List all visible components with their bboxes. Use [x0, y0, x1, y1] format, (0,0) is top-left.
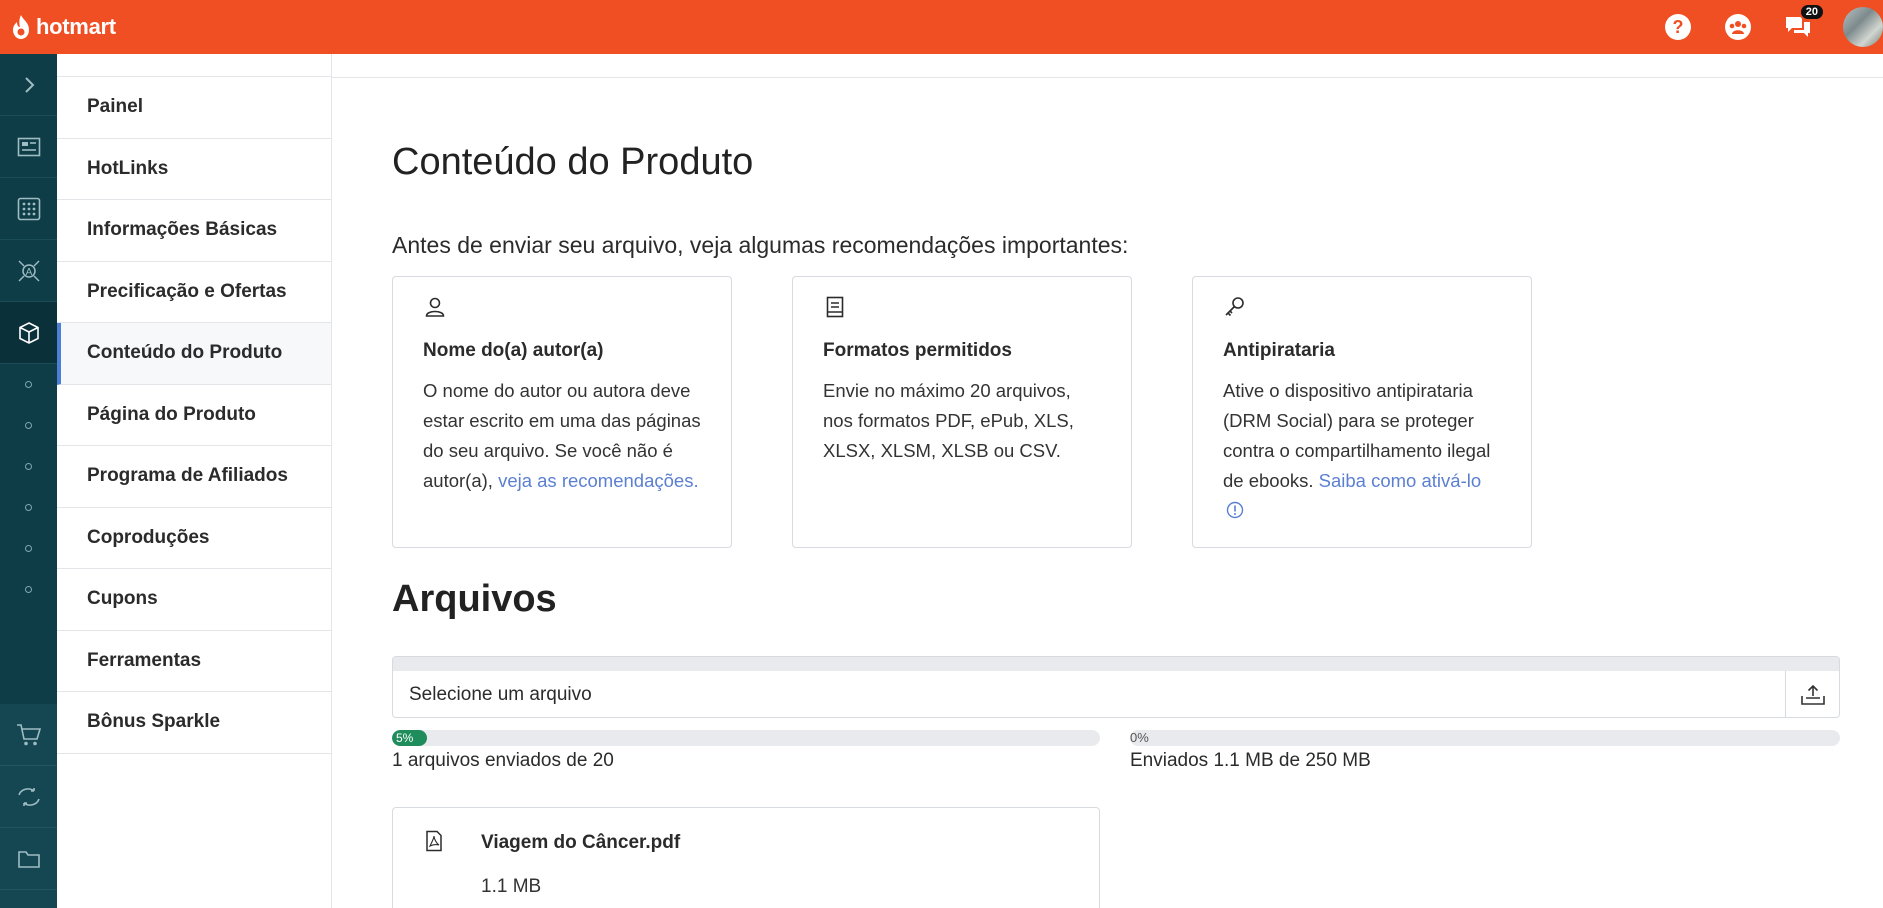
nav-item-precificacao[interactable]: Precificação e Ofertas	[57, 261, 331, 323]
help-button[interactable]: ?	[1663, 12, 1693, 42]
rail-affiliates[interactable]: A	[0, 240, 57, 302]
user-icon	[425, 297, 445, 317]
rail-subitem[interactable]	[0, 569, 57, 610]
affiliate-network-icon: A	[18, 260, 39, 281]
top-bar: hotmart ? 20	[0, 0, 1883, 54]
community-icon	[1725, 14, 1751, 40]
rail-products[interactable]	[0, 302, 57, 364]
divider	[332, 77, 1883, 78]
rail-apps[interactable]	[0, 178, 57, 240]
card-text: O nome do autor ou autora deve estar esc…	[423, 376, 701, 496]
nav-item-cupons[interactable]: Cupons	[57, 569, 331, 631]
progress-label: 1 arquivos enviados de 20	[392, 750, 614, 771]
nav-item-painel[interactable]: Painel	[57, 77, 331, 139]
brand-name: hotmart	[36, 14, 116, 39]
recommendations-link[interactable]: veja as recomendações.	[498, 470, 699, 491]
community-button[interactable]	[1723, 12, 1753, 42]
file-size: 1.1 MB	[481, 876, 542, 897]
progress-percent: 0%	[1130, 730, 1149, 745]
nav-item-ferramentas[interactable]: Ferramentas	[57, 630, 331, 692]
upload-button[interactable]	[1785, 671, 1839, 717]
info-icon[interactable]	[1226, 501, 1244, 519]
card-title: Nome do(a) autor(a)	[423, 340, 604, 361]
rail-subitem[interactable]	[0, 364, 57, 405]
recommendation-cards: Nome do(a) autor(a) O nome do autor ou a…	[392, 276, 1592, 548]
upload-header	[393, 657, 1839, 671]
user-avatar[interactable]	[1843, 7, 1883, 47]
nav-item-informacoes-basicas[interactable]: Informações Básicas	[57, 200, 331, 262]
progress-track: 0%	[1130, 730, 1840, 746]
card-antipiracy: Antipirataria Ative o dispositivo antipi…	[1192, 276, 1532, 548]
uploaded-file-card[interactable]: Viagem do Câncer.pdf 1.1 MB	[392, 807, 1100, 908]
nav-item-pagina-produto[interactable]: Página do Produto	[57, 384, 331, 446]
learn-activate-link[interactable]: Saiba como ativá-lo	[1319, 470, 1481, 491]
rail-expand[interactable]	[0, 54, 57, 116]
card-title: Antipirataria	[1223, 340, 1335, 361]
rail-dashboard[interactable]	[0, 116, 57, 178]
product-sidebar-nav: Painel HotLinks Informações Básicas Prec…	[57, 54, 332, 908]
rail-lower-group	[0, 704, 57, 908]
pdf-file-icon	[426, 830, 442, 852]
card-text: Envie no máximo 20 arquivos, nos formato…	[823, 380, 1074, 461]
subnav-top-spacer	[57, 54, 331, 77]
question-circle-icon: ?	[1665, 14, 1691, 40]
chat-button[interactable]: 20	[1783, 3, 1825, 42]
product-box-icon	[18, 321, 39, 344]
files-section-title: Arquivos	[392, 578, 557, 620]
nav-item-hotlinks[interactable]: HotLinks	[57, 138, 331, 200]
files-count-progress: 5% 1 arquivos enviados de 20	[392, 730, 1100, 772]
rail-sales[interactable]	[0, 704, 57, 766]
document-icon	[826, 296, 844, 318]
file-name: Viagem do Câncer.pdf	[481, 832, 681, 853]
card-allowed-formats: Formatos permitidos Envie no máximo 20 a…	[792, 276, 1132, 548]
rail-subitem[interactable]	[0, 487, 57, 528]
nav-item-programa-afiliados[interactable]: Programa de Afiliados	[57, 446, 331, 508]
recommendations-intro: Antes de enviar seu arquivo, veja alguma…	[392, 232, 1129, 258]
storage-progress: 0% Enviados 1.1 MB de 250 MB	[1130, 730, 1840, 772]
nav-item-conteudo-produto[interactable]: Conteúdo do Produto	[57, 323, 331, 385]
progress-label: Enviados 1.1 MB de 250 MB	[1130, 750, 1371, 771]
progress-fill: 5%	[392, 730, 428, 746]
progress-track: 5%	[392, 730, 1100, 746]
nav-item-bonus-sparkle[interactable]: Bônus Sparkle	[57, 692, 331, 754]
file-upload: Selecione um arquivo	[392, 656, 1840, 718]
card-author-name: Nome do(a) autor(a) O nome do autor ou a…	[392, 276, 732, 548]
rail-subitem[interactable]	[0, 528, 57, 569]
chevron-right-icon	[24, 76, 34, 93]
rail-subscriptions[interactable]	[0, 766, 57, 828]
flame-icon	[13, 15, 29, 39]
apps-grid-icon	[17, 197, 40, 220]
card-title: Formatos permitidos	[823, 340, 1012, 361]
cart-icon	[16, 723, 41, 745]
icon-rail: A	[0, 54, 57, 908]
svg-text:?: ?	[1673, 17, 1684, 37]
card-text: Ative o dispositivo antipirataria (DRM S…	[1223, 376, 1501, 526]
rail-subitem[interactable]	[0, 446, 57, 487]
refresh-icon	[17, 787, 40, 806]
rail-files[interactable]	[0, 828, 57, 890]
svg-text:A: A	[25, 267, 32, 278]
page-title: Conteúdo do Produto	[392, 141, 754, 183]
key-icon	[1225, 297, 1244, 317]
main-content: Conteúdo do Produto Antes de enviar seu …	[332, 54, 1883, 908]
hotmart-logo[interactable]: hotmart	[10, 14, 116, 40]
chat-badge: 20	[1798, 3, 1825, 21]
nav-item-coproducoes[interactable]: Coproduções	[57, 507, 331, 569]
rail-subitem[interactable]	[0, 405, 57, 446]
dashboard-icon	[17, 137, 40, 156]
upload-icon	[1800, 684, 1825, 705]
select-file-input[interactable]: Selecione um arquivo	[393, 671, 1785, 717]
folder-icon	[17, 850, 40, 868]
